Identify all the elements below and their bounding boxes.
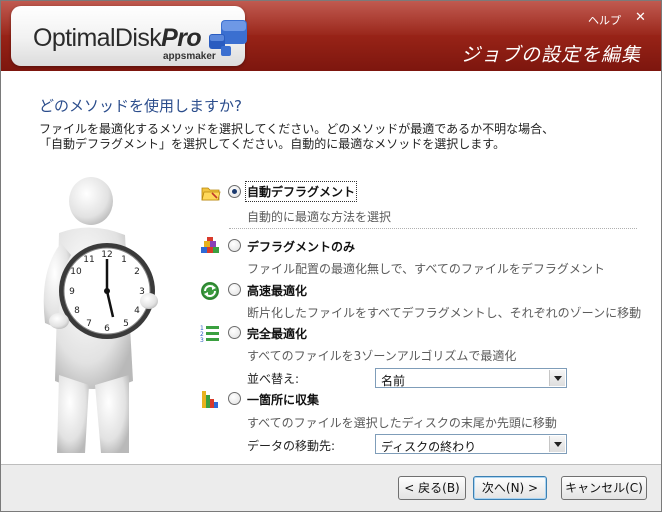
radio-auto-defrag[interactable] [228, 185, 241, 198]
option-full-optimize-desc: すべてのファイルを3ゾーンアルゴリズムで最適化 [247, 349, 517, 363]
option-defrag-only-desc: ファイル配置の最適化無しで、すべてのファイルをデフラグメント [247, 262, 605, 276]
svg-text:1: 1 [121, 255, 127, 265]
next-button[interactable]: 次へ(N) > [473, 476, 547, 500]
sort-dropdown[interactable]: 名前 [375, 368, 567, 388]
figure-with-clock-illustration: 12 1 2 3 4 5 6 7 8 9 10 11 [43, 177, 158, 453]
option-defrag-only-label[interactable]: デフラグメントのみ [247, 238, 355, 255]
description-line-2: 「自動デフラグメント」を選択してください。自動的に最適なメソッドを選択します。 [39, 137, 506, 151]
svg-text:8: 8 [74, 306, 80, 316]
job-settings-window: OptimalDiskPro appsmaker ヘルプ ✕ ジョブの設定を編集… [0, 0, 662, 512]
destination-label: データの移動先: [247, 439, 336, 453]
svg-text:3: 3 [200, 337, 204, 344]
radio-collect-one-place[interactable] [228, 392, 241, 405]
chevron-down-icon[interactable] [549, 436, 565, 452]
chevron-down-icon[interactable] [549, 370, 565, 386]
option-collect-one-place-label[interactable]: 一箇所に収集 [247, 391, 319, 408]
logo-text: OptimalDiskPro [33, 24, 202, 53]
logo-squares-icon [209, 20, 247, 56]
svg-text:7: 7 [86, 319, 92, 329]
option-auto-defrag-desc: 自動的に最適な方法を選択 [247, 210, 392, 224]
cancel-button[interactable]: キャンセル(C) [561, 476, 647, 500]
radio-full-optimize[interactable] [228, 326, 241, 339]
logo-main-text: OptimalDisk [33, 24, 162, 52]
svg-text:2: 2 [134, 267, 140, 277]
description-line-1: ファイルを最適化するメソッドを選択してください。どのメソッドが最適であるか不明な… [39, 122, 555, 136]
sort-label: 並べ替え: [247, 372, 300, 386]
separator-dotted [229, 228, 637, 229]
stack-icon [202, 391, 218, 408]
radio-defrag-only[interactable] [228, 239, 241, 252]
folder-icon [201, 187, 221, 201]
radio-fast-optimize[interactable] [228, 283, 241, 296]
description-text: ファイルを最適化するメソッドを選択してください。どのメソッドが最適であるか不明な… [39, 122, 639, 152]
option-fast-optimize-label[interactable]: 高速最適化 [247, 282, 307, 299]
option-fast-optimize-desc: 断片化したファイルをすべてデフラグメントし、それぞれのゾーンに移動 [247, 306, 642, 320]
help-link[interactable]: ヘルプ [588, 12, 621, 28]
destination-dropdown[interactable]: ディスクの終わり [375, 434, 567, 454]
close-icon[interactable]: ✕ [635, 10, 646, 25]
blocks-icon [201, 237, 219, 253]
sort-value: 名前 [381, 374, 406, 388]
svg-text:12: 12 [101, 250, 112, 260]
svg-text:10: 10 [70, 267, 82, 277]
refresh-icon [201, 282, 219, 300]
option-full-optimize-label[interactable]: 完全最適化 [247, 325, 307, 342]
option-collect-one-place-desc: すべてのファイルを選択したディスクの末尾か先頭に移動 [247, 416, 557, 430]
back-button[interactable]: < 戻る(B) [398, 476, 466, 500]
button-bar: < 戻る(B) 次へ(N) > キャンセル(C) [1, 464, 661, 511]
logo-bold-text: Pro [161, 24, 202, 52]
svg-text:9: 9 [69, 287, 75, 297]
logo-panel: OptimalDiskPro appsmaker [11, 6, 247, 66]
question-heading: どのメソッドを使用しますか? [39, 97, 242, 115]
numbered-list-icon: 1 2 3 [200, 325, 219, 344]
option-auto-defrag-label[interactable]: 自動デフラグメント [244, 181, 358, 202]
header-bar: OptimalDiskPro appsmaker ヘルプ ✕ ジョブの設定を編集 [1, 1, 661, 71]
svg-text:5: 5 [123, 319, 129, 329]
svg-text:11: 11 [83, 255, 94, 265]
destination-value: ディスクの終わり [381, 440, 477, 454]
svg-text:4: 4 [134, 306, 140, 316]
svg-text:6: 6 [104, 324, 110, 334]
dialog-title: ジョブの設定を編集 [461, 44, 642, 66]
